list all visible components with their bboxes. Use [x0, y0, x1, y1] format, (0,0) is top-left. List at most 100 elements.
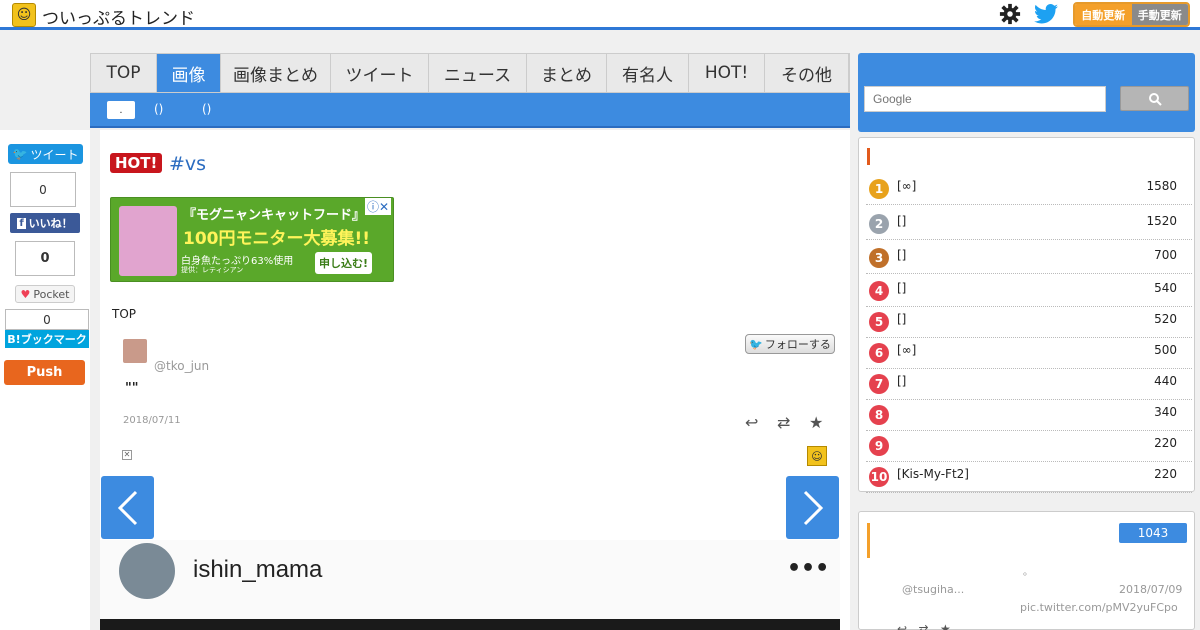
site-logo-icon[interactable]: ☺ — [12, 3, 36, 27]
subnav-link-1[interactable]: () — [154, 102, 163, 116]
ranking-item[interactable]: 9 220 — [866, 430, 1192, 462]
pocket-count: 0 — [15, 241, 75, 276]
rank-count: 1520 — [1146, 214, 1177, 228]
rank-count: 540 — [1154, 281, 1177, 295]
rank-number-icon: 3 — [869, 248, 889, 268]
instagram-avatar — [119, 543, 175, 599]
rank-number-icon: 2 — [869, 214, 889, 234]
rank-count: 500 — [1154, 343, 1177, 357]
instagram-image — [100, 619, 840, 630]
rank-number-icon: 7 — [869, 374, 889, 394]
pic-link[interactable]: pic.twitter.com/pMV2yuFCpo — [1020, 601, 1178, 614]
rank-number-icon: 6 — [869, 343, 889, 363]
next-arrow-button[interactable] — [786, 476, 839, 539]
tweet-actions-icon[interactable]: ↩ ⇄ ★ — [897, 622, 951, 630]
pocket-label: Pocket — [33, 287, 70, 301]
tab-8[interactable]: その他 — [765, 54, 849, 92]
page-title[interactable]: #vs — [169, 153, 206, 175]
hot-badge: HOT! — [110, 153, 163, 173]
subnav-link-2[interactable]: () — [202, 102, 211, 116]
rank-number-icon: 5 — [869, 312, 889, 332]
tweet-button-label: ツイート — [30, 147, 79, 162]
ad-close-icon[interactable]: ⓘ✕ — [364, 198, 391, 215]
main-nav: TOP 画像 画像まとめ ツイート ニュース まとめ 有名人 HOT! その他 — [90, 53, 850, 93]
tab-3[interactable]: ツイート — [331, 54, 429, 92]
ranking-item[interactable]: 7 [] 440 — [866, 368, 1192, 400]
ad-banner[interactable]: 『モグニャンキャットフード』 100円モニター大募集!! 白身魚たっぷり63%使… — [110, 197, 394, 282]
rank-name[interactable]: [∞] — [897, 343, 916, 357]
rank-number-icon: 9 — [869, 436, 889, 456]
rank-number-icon: 1 — [869, 179, 889, 199]
site-badge-icon: ☺ — [807, 446, 827, 466]
gear-icon[interactable] — [999, 3, 1021, 25]
ranking-item[interactable]: 4 [] 540 — [866, 275, 1192, 307]
rank-name[interactable]: [∞] — [897, 179, 916, 193]
follow-button[interactable]: 🐦 フォローする — [745, 334, 835, 354]
twitter-icon[interactable] — [1034, 3, 1058, 25]
favorite-icon[interactable]: ★ — [809, 413, 823, 432]
reply-icon[interactable]: ↩ — [745, 413, 758, 432]
avatar[interactable] — [123, 339, 147, 363]
rank-name[interactable]: [Kis-My-Ft2] — [897, 467, 969, 481]
ranking-item[interactable]: 3 [] 700 — [866, 242, 1192, 274]
user-handle[interactable]: @tko_jun — [154, 359, 209, 373]
rank-name[interactable]: [] — [897, 248, 906, 262]
facebook-like-button[interactable]: f いいね！ — [10, 213, 80, 233]
search-input[interactable] — [864, 86, 1106, 112]
chevron-right-icon — [803, 490, 823, 525]
header: ☺ ついっぷるトレンド 自動更新 手動更新 — [0, 0, 1200, 30]
rank-count: 700 — [1154, 248, 1177, 262]
tab-1[interactable]: 画像 — [157, 54, 221, 92]
tweet-button[interactable]: 🐦 ツイート — [8, 144, 83, 164]
retweet-icon[interactable]: ⇄ — [777, 413, 790, 432]
ranking-item[interactable]: 5 [] 520 — [866, 306, 1192, 338]
search-button[interactable] — [1120, 86, 1189, 111]
tweet-handle[interactable]: @tsugiha... — [902, 583, 964, 596]
search-icon — [1148, 92, 1162, 106]
update-toggle[interactable]: 自動更新 手動更新 — [1073, 2, 1190, 27]
tab-7[interactable]: HOT! — [689, 54, 765, 92]
ranking-item[interactable]: 6 [∞] 500 — [866, 337, 1192, 369]
manual-update-button[interactable]: 手動更新 — [1131, 4, 1188, 25]
more-options-icon: ••• — [787, 556, 830, 581]
tab-6[interactable]: 有名人 — [607, 54, 689, 92]
ranking-item[interactable]: 2 [] 1520 — [866, 208, 1192, 240]
rank-name[interactable]: [] — [897, 312, 906, 326]
rank-name[interactable]: [] — [897, 214, 906, 228]
tab-4[interactable]: ニュース — [429, 54, 527, 92]
ranking-item[interactable]: 1 [∞] 1580 — [866, 173, 1192, 205]
rank-name[interactable]: [] — [897, 281, 906, 295]
twitter-bird-icon: 🐦 — [749, 337, 763, 351]
push-button[interactable]: Push — [4, 360, 85, 385]
site-title[interactable]: ついっぷるトレンド — [42, 4, 195, 29]
rank-count: 440 — [1154, 374, 1177, 388]
tab-2[interactable]: 画像まとめ — [221, 54, 331, 92]
tab-5[interactable]: まとめ — [527, 54, 607, 92]
ad-line2: 100円モニター大募集!! — [183, 229, 370, 249]
facebook-icon: f — [17, 217, 26, 229]
rank-count: 220 — [1154, 436, 1177, 450]
broken-image-icon: ✕ — [122, 450, 132, 460]
ranking-item[interactable]: 8 340 — [866, 399, 1192, 431]
ranking-item[interactable]: 10 [Kis-My-Ft2] 220 — [866, 461, 1192, 493]
auto-update-button[interactable]: 自動更新 — [1075, 4, 1132, 25]
count-badge: 1043 — [1119, 523, 1187, 543]
rank-number-icon: 10 — [869, 467, 889, 487]
pocket-button[interactable]: ♥ Pocket — [15, 285, 75, 303]
hatena-bookmark-button[interactable]: B!ブックマーク — [5, 330, 89, 348]
ad-apply-button[interactable]: 申し込む! — [315, 252, 373, 274]
chevron-left-icon — [117, 490, 137, 525]
tab-0[interactable]: TOP — [91, 54, 157, 92]
sub-nav: . () () — [90, 93, 850, 128]
ranking-heading-bar — [867, 148, 870, 165]
pocket-icon: ♥ — [20, 287, 31, 301]
tweet-date-2[interactable]: 2018/07/09 — [1119, 583, 1182, 596]
subnav-pill[interactable]: . — [107, 101, 135, 119]
facebook-like-label: いいね！ — [28, 217, 73, 230]
prev-arrow-button[interactable] — [101, 476, 154, 539]
tweet-panel-heading-bar — [867, 523, 870, 558]
instagram-post — [100, 540, 840, 630]
tweet-date[interactable]: 2018/07/11 — [123, 415, 181, 426]
rank-name[interactable]: [] — [897, 374, 906, 388]
breadcrumb[interactable]: TOP — [112, 307, 136, 321]
